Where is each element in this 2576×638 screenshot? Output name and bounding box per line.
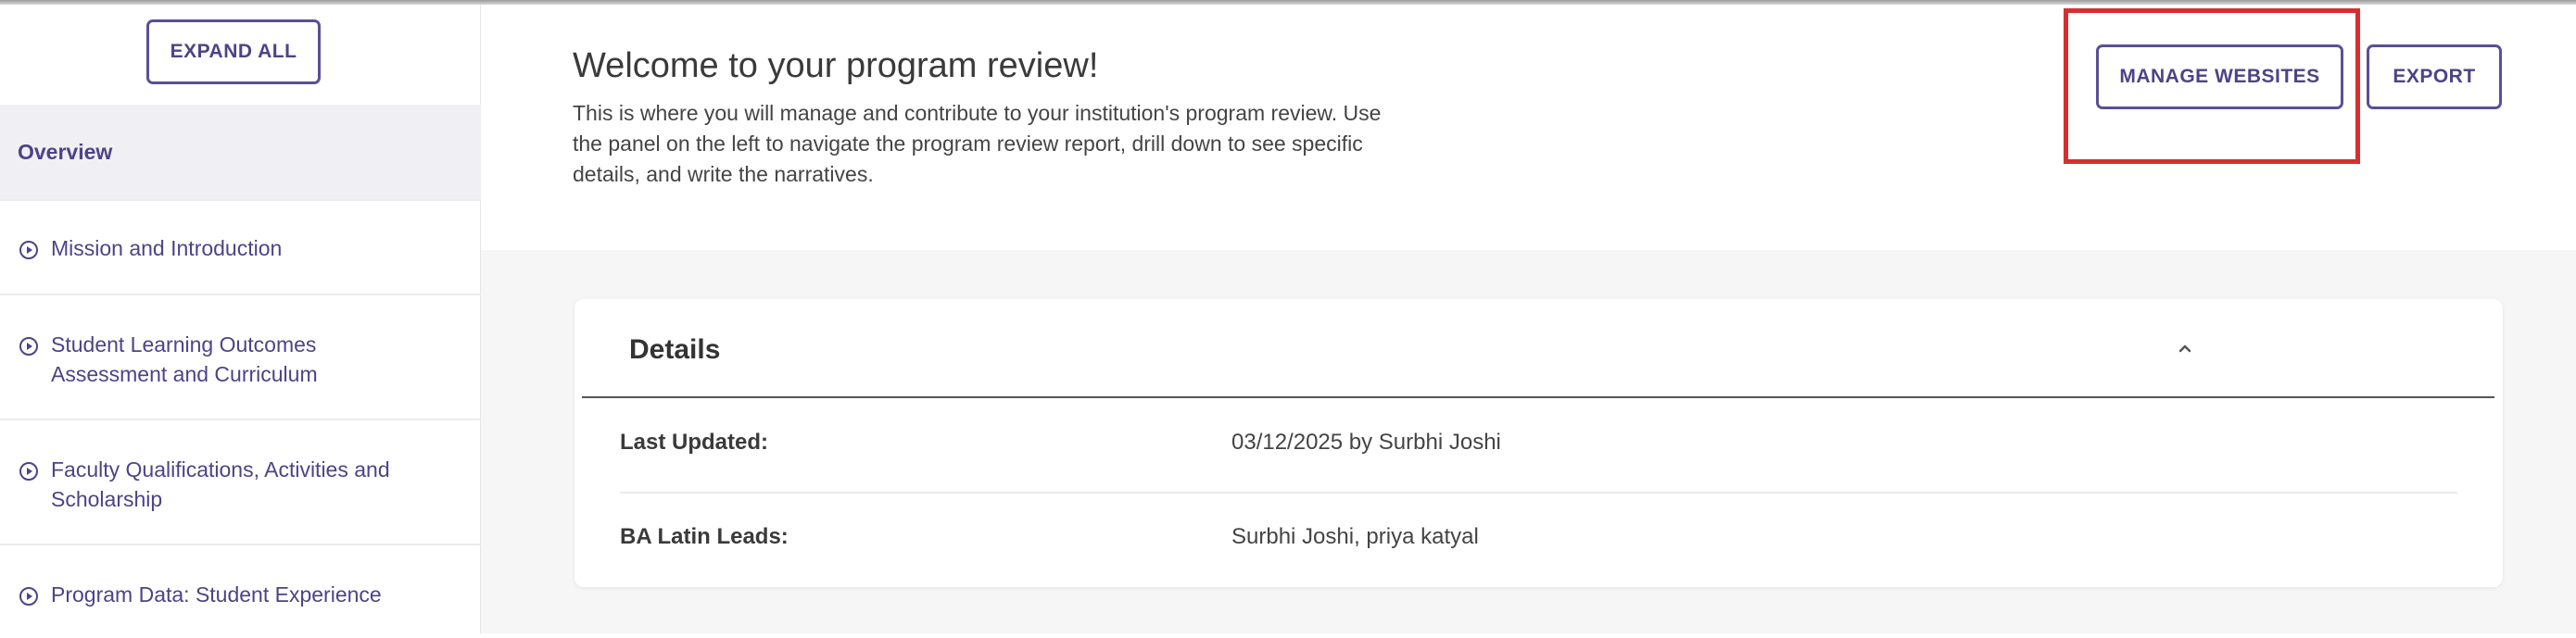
sidebar-item-label: Overview [18, 140, 113, 164]
sidebar-item-label: Student Learning Outcomes Assessment and… [51, 332, 318, 386]
sidebar-item-label: Program Data: Student Experience [51, 582, 382, 607]
main-content: Welcome to your program review! This is … [481, 5, 2576, 633]
detail-label: BA Latin Leads: [620, 524, 789, 549]
detail-row-last-updated: Last Updated: 03/12/2025 by Surbhi Joshi [620, 398, 2457, 494]
welcome-description: This is where you will manage and contri… [573, 101, 1382, 186]
play-circle-icon [19, 241, 38, 259]
chevron-up-icon[interactable] [2170, 333, 2200, 363]
manage-websites-button[interactable]: MANAGE WEBSITES [2096, 44, 2343, 109]
sidebar: EXPAND ALL Overview Mission and Introduc… [0, 5, 481, 633]
sidebar-item-learning-outcomes[interactable]: Student Learning Outcomes Assessment and… [0, 295, 481, 420]
play-circle-icon [19, 462, 38, 481]
details-card-header[interactable]: Details [582, 299, 2494, 398]
detail-label: Last Updated: [620, 430, 769, 455]
details-title: Details [629, 334, 721, 365]
detail-value: 03/12/2025 by Surbhi Joshi [1231, 430, 1501, 455]
detail-row-leads: BA Latin Leads: Surbhi Joshi, priya katy… [620, 493, 2457, 588]
sidebar-item-overview[interactable]: Overview [0, 105, 481, 201]
sidebar-item-label: Mission and Introduction [51, 236, 283, 260]
welcome-header: Welcome to your program review! This is … [481, 5, 2576, 250]
sidebar-item-faculty[interactable]: Faculty Qualifications, Activities and S… [0, 420, 481, 545]
details-card: Details Last Updated: 03/12/2025 by Surb… [575, 299, 2503, 587]
page-title: Welcome to your program review! [573, 46, 1099, 85]
sidebar-item-mission[interactable]: Mission and Introduction [0, 201, 481, 295]
expand-all-button[interactable]: EXPAND ALL [146, 19, 321, 84]
export-button[interactable]: EXPORT [2367, 44, 2502, 109]
detail-value: Surbhi Joshi, priya katyal [1231, 524, 1479, 549]
play-circle-icon [19, 587, 38, 606]
sidebar-item-program-data[interactable]: Program Data: Student Experience [0, 545, 481, 638]
sidebar-item-label: Faculty Qualifications, Activities and S… [51, 457, 390, 511]
play-circle-icon [19, 337, 38, 356]
